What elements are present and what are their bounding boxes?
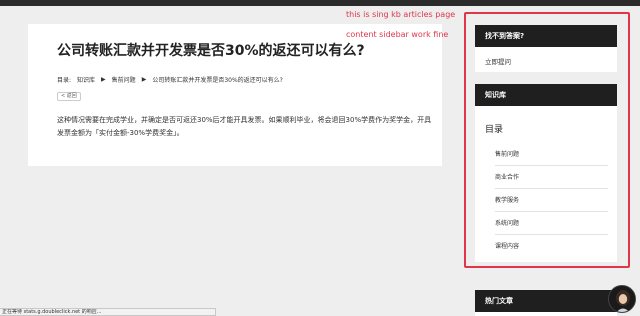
kb-widget: 知识库 目录 售前问题 商业合作 教学服务 系统问题 课程内容: [475, 84, 617, 262]
help-widget: 找不到答案? 立即提问: [475, 25, 617, 72]
hot-articles-title: 热门文章: [475, 290, 617, 312]
back-button[interactable]: < 返回: [57, 92, 81, 101]
toc-item-system[interactable]: 系统问题: [495, 212, 608, 235]
toc-item-presale[interactable]: 售前问题: [495, 143, 608, 166]
top-bar: [0, 0, 640, 6]
toc-item-business[interactable]: 商业合作: [495, 166, 608, 189]
hot-articles-widget: 热门文章: [475, 290, 617, 316]
help-widget-title: 找不到答案?: [475, 25, 617, 47]
breadcrumb-separator-icon: ▶: [141, 76, 147, 83]
article-body: 这种情况需要在完成学业，并确定是否可返还30%后才能开具发票。如果顺利毕业，将会…: [57, 116, 432, 137]
breadcrumb-separator-icon: ▶: [101, 76, 106, 83]
breadcrumb-item-presale[interactable]: 售前问题: [112, 75, 136, 84]
browser-status-bar: 正在等待 stats.g.doubleclick.net 的响应...: [0, 308, 216, 316]
article-title: 公司转账汇款并开发票是否30%的返还可以有么?: [57, 43, 365, 59]
breadcrumb-item-current: 公司转账汇款并开发票是否30%的返还可以有么?: [152, 77, 283, 84]
breadcrumb-item-kb[interactable]: 知识库: [77, 75, 95, 84]
breadcrumb-prefix: 目录:: [57, 77, 72, 84]
annotation-note: this is sing kb articles page: [346, 10, 456, 19]
toc-item-courses[interactable]: 课程内容: [495, 235, 608, 258]
annotation-note: content sidebar work fine: [346, 30, 449, 39]
toc-title: 目录: [485, 125, 504, 135]
kb-widget-title: 知识库: [475, 84, 617, 106]
chat-avatar-icon[interactable]: [608, 285, 636, 313]
ask-question-link[interactable]: 立即提问: [475, 47, 617, 75]
article-card: 公司转账汇款并开发票是否30%的返还可以有么? 目录: 知识库 ▶ 售前问题 ▶…: [28, 24, 442, 166]
breadcrumb: 目录: 知识库 ▶ 售前问题 ▶ 公司转账汇款并开发票是否30%的返还可以有么?: [57, 75, 283, 84]
toc-item-teaching[interactable]: 教学服务: [495, 189, 608, 212]
